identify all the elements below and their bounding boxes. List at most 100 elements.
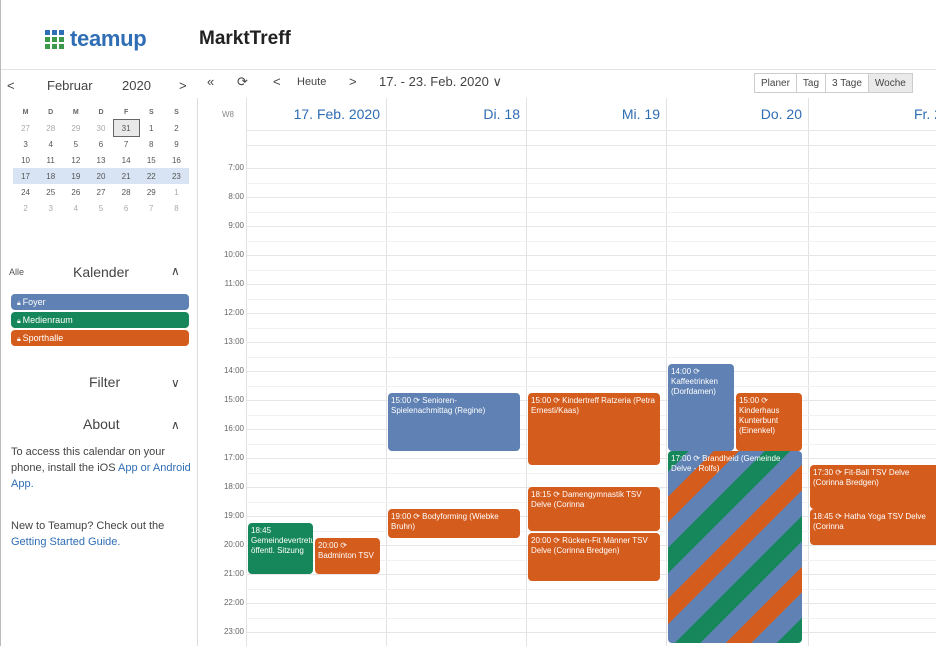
- calendar-item[interactable]: 🔒︎ Foyer: [11, 294, 189, 310]
- mini-calendar-day[interactable]: 22: [138, 168, 164, 184]
- hour-label: 13:00: [223, 337, 244, 346]
- hour-line: [246, 313, 936, 314]
- mini-calendar-day[interactable]: 29: [139, 184, 164, 200]
- about-section[interactable]: About ∧: [1, 414, 197, 438]
- calendar-event[interactable]: 19:00 ⟳ Bodyforming (Wiebke Bruhn): [388, 508, 520, 538]
- chevron-down-icon[interactable]: ∨: [171, 376, 180, 390]
- mini-calendar-day[interactable]: 8: [139, 136, 164, 152]
- chevron-left-icon[interactable]: <: [7, 78, 15, 93]
- chevron-up-icon[interactable]: ∧: [171, 418, 180, 432]
- hour-line: [246, 226, 936, 227]
- mini-calendar-day[interactable]: 6: [88, 136, 113, 152]
- hour-label: 10:00: [223, 250, 244, 259]
- calendar-item[interactable]: 🔒︎ Sporthalle: [11, 330, 189, 346]
- calendar-event[interactable]: 18:15 ⟳ Damengymnastik TSV Delve (Corinn…: [528, 487, 660, 531]
- prev-week-button[interactable]: <: [273, 74, 281, 89]
- teamup-logo[interactable]: teamup: [45, 26, 147, 52]
- mini-calendar-day[interactable]: 2: [13, 200, 38, 216]
- mini-calendar-day[interactable]: 6: [114, 200, 139, 216]
- day-header[interactable]: Fr. 2: [808, 98, 936, 130]
- view-button[interactable]: Tag: [795, 73, 827, 93]
- mini-calendar-day[interactable]: 13: [88, 152, 113, 168]
- day-header[interactable]: Do. 20: [666, 98, 808, 130]
- mini-calendar-day[interactable]: 30: [88, 120, 113, 136]
- mini-calendar-day[interactable]: 18: [38, 168, 64, 184]
- mini-calendar-day[interactable]: 3: [38, 200, 63, 216]
- about-text-app: To access this calendar on your phone, i…: [11, 446, 191, 490]
- mini-calendar-day[interactable]: 3: [13, 136, 38, 152]
- calendar-list-title: Kalender: [73, 264, 130, 280]
- chevron-right-icon[interactable]: >: [179, 78, 187, 93]
- week-grid[interactable]: W8 17. Feb. 2020Di. 18Mi. 19Do. 20Fr. 2 7…: [197, 98, 936, 646]
- mini-calendar-day[interactable]: 23: [163, 168, 189, 184]
- mini-calendar-day[interactable]: 25: [38, 184, 63, 200]
- next-week-button[interactable]: >: [349, 74, 357, 89]
- hour-line: [246, 603, 936, 604]
- calendar-event[interactable]: 15:00 ⟳ Kinderhaus Kunterbunt (Einenkel): [736, 392, 802, 451]
- hour-label: 12:00: [223, 308, 244, 317]
- calendar-item-label: Medienraum: [22, 315, 73, 325]
- mini-calendar-day[interactable]: 12: [63, 152, 88, 168]
- calendar-event[interactable]: 18:45 ⟳ Hatha Yoga TSV Delve (Corinna: [810, 508, 936, 545]
- weekday-header: D: [48, 108, 54, 116]
- select-all-calendars[interactable]: Alle: [9, 267, 24, 277]
- calendar-item[interactable]: 🔒︎ Medienraum: [11, 312, 189, 328]
- day-header[interactable]: 17. Feb. 2020: [246, 98, 386, 130]
- mini-calendar-day[interactable]: 11: [38, 152, 63, 168]
- calendar-event[interactable]: 20:00 ⟳ Rücken-Fit Männer TSV Delve (Cor…: [528, 533, 660, 582]
- mini-calendar-day[interactable]: 4: [63, 200, 88, 216]
- mini-calendar-day[interactable]: 1: [164, 184, 189, 200]
- mini-calendar-day[interactable]: 24: [13, 184, 38, 200]
- mini-calendar-day[interactable]: 10: [13, 152, 38, 168]
- mini-calendar-day[interactable]: 21: [113, 168, 139, 184]
- mini-calendar-day[interactable]: 4: [38, 136, 63, 152]
- getting-started-link[interactable]: Getting Started Guide.: [11, 536, 120, 548]
- view-button[interactable]: 3 Tage: [825, 73, 869, 93]
- mini-calendar-day[interactable]: 1: [139, 120, 164, 136]
- day-header[interactable]: Di. 18: [386, 98, 526, 130]
- mini-calendar-day[interactable]: 14: [114, 152, 139, 168]
- calendar-event[interactable]: 14:00 ⟳ Kaffeetrinken (Dorfdamen): [668, 363, 734, 451]
- mini-calendar-day[interactable]: 8: [164, 200, 189, 216]
- chevron-up-icon[interactable]: ∧: [171, 264, 180, 278]
- calendar-event[interactable]: 18:45 Gemeindevertretung öffentl. Sitzun…: [248, 523, 313, 574]
- date-range-picker[interactable]: 17. - 23. Feb. 2020 ∨: [379, 74, 502, 90]
- calendar-event[interactable]: 15:00 ⟳ Kindertreff Ratzeria (Petra Erne…: [528, 392, 660, 466]
- mini-calendar-day[interactable]: 19: [63, 168, 89, 184]
- hour-label: 22:00: [223, 598, 244, 607]
- mini-calendar-day[interactable]: 2: [164, 120, 189, 136]
- mini-calendar-day[interactable]: 26: [63, 184, 88, 200]
- view-button[interactable]: Planer: [754, 73, 797, 93]
- back-fast-icon[interactable]: «: [207, 74, 214, 89]
- weekday-header: D: [98, 108, 104, 116]
- mini-calendar-day[interactable]: 20: [88, 168, 114, 184]
- mini-calendar-day[interactable]: 7: [114, 136, 139, 152]
- mini-calendar-month[interactable]: Februar: [47, 78, 93, 93]
- mini-calendar-day[interactable]: 9: [164, 136, 189, 152]
- today-button[interactable]: Heute: [297, 76, 326, 88]
- hour-line: [246, 284, 936, 285]
- filter-section[interactable]: Filter ∨: [1, 372, 197, 396]
- mini-calendar-day[interactable]: 16: [164, 152, 189, 168]
- mini-calendar-day[interactable]: 15: [139, 152, 164, 168]
- day-header[interactable]: Mi. 19: [526, 98, 666, 130]
- calendar-event[interactable]: 17:00 ⟳ Brandheid (Gemeinde Delve - Rolf…: [668, 450, 802, 643]
- calendar-event[interactable]: 20:00 ⟳ Badminton TSV: [315, 537, 380, 574]
- view-button[interactable]: Woche: [867, 73, 913, 93]
- mini-calendar-year[interactable]: 2020: [122, 78, 151, 93]
- mini-calendar-day[interactable]: 7: [139, 200, 164, 216]
- mini-calendar-day[interactable]: 17: [13, 168, 39, 184]
- mini-calendar-day[interactable]: 5: [63, 136, 88, 152]
- mini-calendar-day[interactable]: 28: [114, 184, 139, 200]
- mini-calendar-day[interactable]: 28: [38, 120, 63, 136]
- calendar-event[interactable]: 15:00 ⟳ Senioren-Spielenachmittag (Regin…: [388, 392, 520, 451]
- mini-calendar-day[interactable]: 5: [88, 200, 113, 216]
- mini-calendar-day[interactable]: 29: [63, 120, 88, 136]
- calendar-event[interactable]: 17:30 ⟳ Fit-Ball TSV Delve (Corinna Bred…: [810, 465, 936, 509]
- weekday-header: M: [22, 108, 29, 116]
- mini-calendar-day[interactable]: 27: [88, 184, 113, 200]
- mini-calendar-day[interactable]: 31: [112, 119, 140, 137]
- view-switcher: Planer Tag 3 Tage Woche: [754, 73, 913, 93]
- mini-calendar-day[interactable]: 27: [13, 120, 38, 136]
- refresh-icon[interactable]: ⟳: [237, 74, 248, 90]
